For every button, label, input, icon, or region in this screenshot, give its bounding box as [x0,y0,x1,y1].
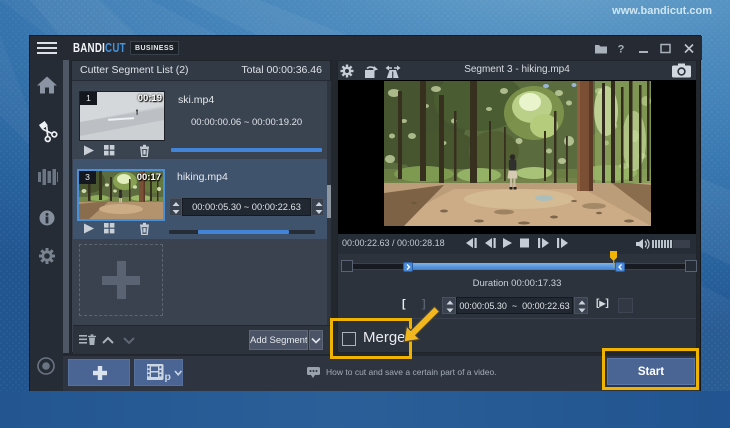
svg-text:?: ? [618,44,625,55]
svg-text:p: p [165,371,171,383]
